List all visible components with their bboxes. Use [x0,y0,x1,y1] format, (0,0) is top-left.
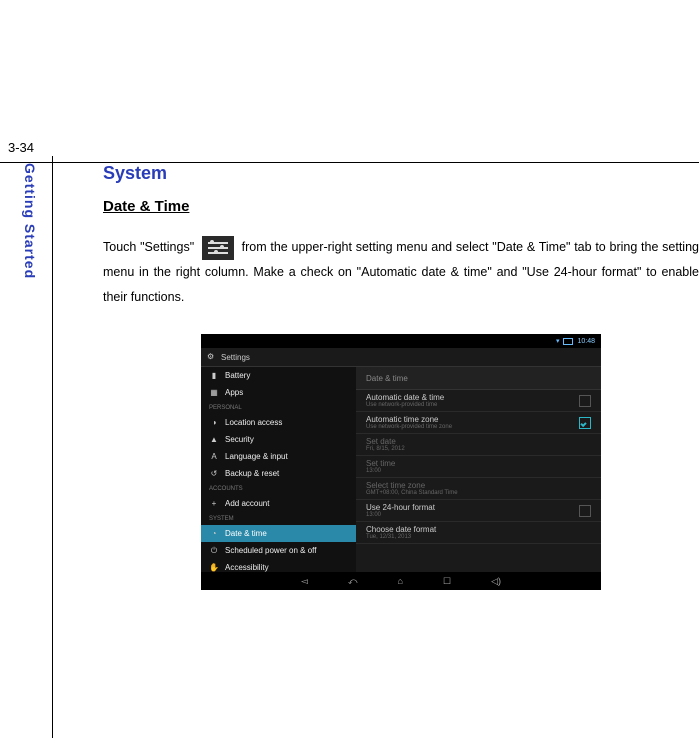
opt-sub: 13:00 [366,468,395,474]
opt-set-date: Set dateFri, 8/15, 2012 [356,434,601,456]
opt-title: Use 24-hour format [366,503,435,512]
row-security[interactable]: ▲ Security [201,431,356,448]
nav-recent-icon[interactable]: ☐ [443,576,451,587]
apps-icon: ▦ [209,388,219,397]
row-language[interactable]: A Language & input [201,448,356,465]
nav-back-icon[interactable]: ⤺ [348,576,358,587]
heading-system: System [103,163,699,184]
opt-auto-date[interactable]: Automatic date & timeUse network-provide… [356,390,601,412]
opt-sub: 13:00 [366,512,435,518]
opt-set-time: Set time13:00 [356,456,601,478]
row-location[interactable]: ◑ Location access [201,414,356,431]
clock-icon: ◔ [209,529,219,538]
row-label: Security [225,435,254,444]
body-paragraph: Touch "Settings" from the upper-right se… [103,235,699,310]
row-label: Apps [225,388,243,397]
opt-title: Choose date format [366,525,436,534]
checkbox[interactable] [579,505,591,517]
opt-sub: Use network-provided time zone [366,424,452,430]
row-label: Accessibility [225,563,269,572]
row-label: Date & time [225,529,267,538]
settings-sliders-icon [202,236,234,260]
opt-auto-tz[interactable]: Automatic time zoneUse network-provided … [356,412,601,434]
page-number: 3-34 [8,140,34,155]
nav-home-icon[interactable]: ⌂ [398,576,403,586]
opt-title: Automatic date & time [366,393,444,402]
row-accessibility[interactable]: ✋ Accessibility [201,559,356,573]
row-label: Backup & reset [225,469,279,478]
opt-24h[interactable]: Use 24-hour format13:00 [356,500,601,522]
opt-title: Set date [366,437,405,446]
location-icon: ◑ [209,418,219,427]
nav-bar: ◅ ⤺ ⌂ ☐ ◁) [201,572,601,590]
opt-title: Automatic time zone [366,415,452,424]
opt-sub: Use network-provided time [366,402,444,408]
embedded-screenshot: ▾ 10:48 ⚙ Settings ▮ Battery ▦ Apps PERSON… [201,334,601,590]
row-label: Language & input [225,452,288,461]
gear-icon: ⚙ [207,352,217,362]
row-scheduled-power[interactable]: ⏻ Scheduled power on & off [201,542,356,559]
subheading-date-time: Date & Time [103,198,189,217]
checkbox[interactable] [579,395,591,407]
wifi-icon: ▾ [556,337,560,345]
opt-sub: GMT+08:00, China Standard Time [366,490,458,496]
row-label: Add account [225,499,269,508]
right-header: Date & time [356,367,601,390]
settings-left-column: ▮ Battery ▦ Apps PERSONAL ◑ Location access… [201,367,356,573]
nav-vol-up-icon[interactable]: ◁) [491,576,501,587]
nav-vol-down-icon[interactable]: ◅ [301,576,308,587]
status-bar: ▾ 10:48 [201,334,601,348]
backup-icon: ↺ [209,469,219,478]
opt-select-tz: Select time zoneGMT+08:00, China Standar… [356,478,601,500]
row-battery[interactable]: ▮ Battery [201,367,356,384]
app-title-bar: ⚙ Settings [201,348,601,367]
row-label: Scheduled power on & off [225,546,316,555]
opt-sub: Tue, 12/31, 2013 [366,534,436,540]
checkbox-checked[interactable] [579,417,591,429]
row-add-account[interactable]: + Add account [201,495,356,512]
app-title-text: Settings [221,353,250,362]
opt-sub: Fri, 8/15, 2012 [366,446,405,452]
row-apps[interactable]: ▦ Apps [201,384,356,401]
row-date-time[interactable]: ◔ Date & time [201,525,356,542]
section-system: SYSTEM [201,512,356,525]
plus-icon: + [209,499,219,508]
settings-right-column: Date & time Automatic date & timeUse net… [356,367,601,573]
hand-icon: ✋ [209,563,219,572]
row-label: Location access [225,418,282,427]
row-backup[interactable]: ↺ Backup & reset [201,465,356,482]
divider-vertical [52,156,53,738]
opt-title: Set time [366,459,395,468]
row-label: Battery [225,371,250,380]
body-pre: Touch "Settings" [103,240,194,254]
section-personal: PERSONAL [201,401,356,414]
status-time: 10:48 [577,338,595,345]
security-icon: ▲ [209,435,219,444]
opt-date-format[interactable]: Choose date formatTue, 12/31, 2013 [356,522,601,544]
language-icon: A [209,452,219,461]
opt-title: Select time zone [366,481,458,490]
content-area: System Date & Time Touch "Settings" from… [103,163,699,590]
section-accounts: ACCOUNTS [201,482,356,495]
battery-icon: ▮ [209,371,219,380]
side-title: Getting Started [22,163,38,279]
battery-icon [563,338,573,345]
power-icon: ⏻ [209,546,219,556]
